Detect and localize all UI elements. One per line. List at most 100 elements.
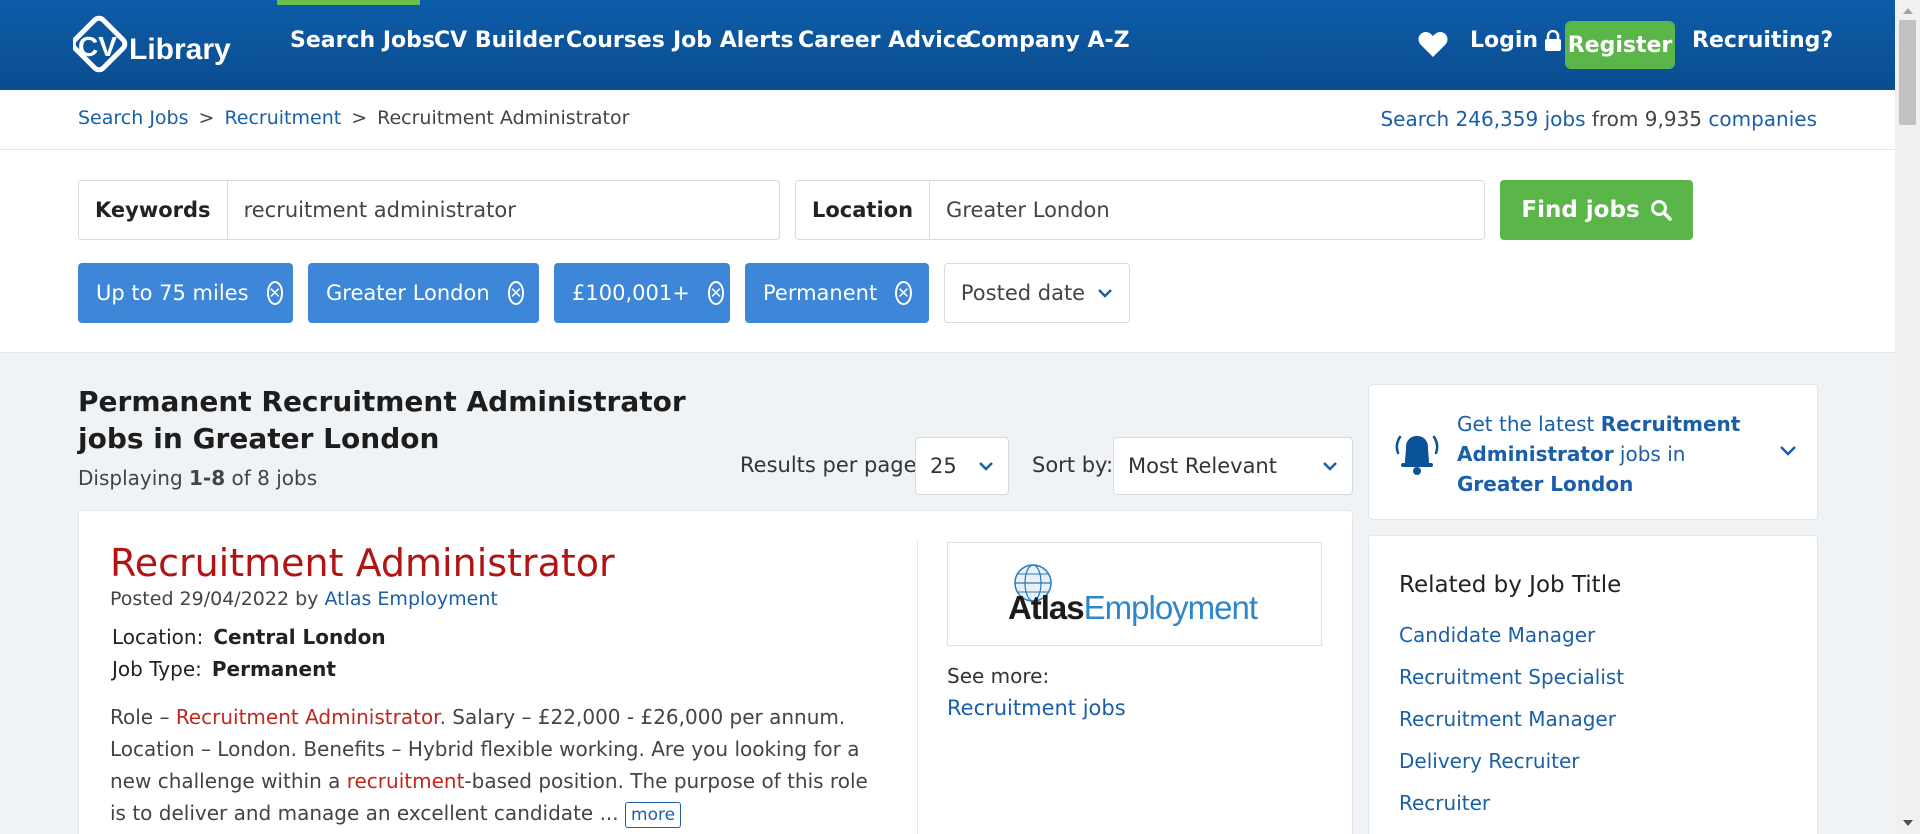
job-location: Location: Central London (112, 625, 386, 649)
count-suffix: of 8 jobs (231, 466, 318, 490)
breadcrumb-separator: > (351, 107, 368, 129)
filter-chip-job-type[interactable]: Permanent ✕ (745, 263, 929, 323)
chevron-down-icon (1098, 289, 1112, 298)
chevron-down-icon (1323, 462, 1337, 471)
job-title-link[interactable]: Recruitment Administrator (110, 541, 615, 585)
stats-jobs: 246,359 jobs (1455, 107, 1586, 131)
results-per-page-label: Results per page: (740, 453, 924, 477)
related-list: Candidate Manager Recruitment Specialist… (1399, 614, 1624, 834)
alert-text-part: Get the latest (1457, 412, 1601, 436)
type-meta-label: Job Type: (112, 657, 202, 681)
results-title: Permanent Recruitment Administrator jobs… (78, 385, 686, 455)
chip-label: Permanent (763, 281, 878, 305)
nav-company-a-z[interactable]: Company A-Z (965, 28, 1130, 53)
remove-filter-icon[interactable]: ✕ (707, 281, 725, 305)
stats-search-link[interactable]: Search 246,359 jobs (1380, 107, 1585, 131)
posted-prefix: Posted 29/04/2022 by (110, 588, 319, 610)
related-item[interactable]: Recruiter (1399, 782, 1624, 824)
remove-filter-icon[interactable]: ✕ (507, 281, 525, 305)
nav-search-jobs[interactable]: Search Jobs (290, 28, 435, 53)
heart-icon[interactable] (1418, 30, 1448, 58)
results-per-page-select[interactable]: 25 (915, 437, 1009, 495)
related-item[interactable]: Candidate Manager (1399, 614, 1624, 656)
recruiting-link[interactable]: Recruiting? (1692, 28, 1833, 53)
sort-by-label: Sort by: (1032, 453, 1114, 477)
remove-filter-icon[interactable]: ✕ (895, 281, 912, 305)
breadcrumb: Search Jobs > Recruitment > Recruitment … (78, 107, 629, 129)
related-item[interactable]: Delivery Recruiter (1399, 740, 1624, 782)
filter-chip-salary[interactable]: £100,001+ ✕ (554, 263, 730, 323)
register-button[interactable]: Register (1565, 21, 1675, 69)
company-link[interactable]: Atlas Employment (324, 588, 497, 610)
top-navigation-bar: CV Library Search Jobs CV Builder Course… (0, 0, 1895, 90)
stats-companies-link[interactable]: companies (1708, 107, 1817, 131)
logo-part2: Employment (1083, 589, 1258, 626)
breadcrumb-search-jobs[interactable]: Search Jobs (78, 107, 189, 129)
filter-chip-distance[interactable]: Up to 75 miles ✕ (78, 263, 293, 323)
breadcrumb-current: Recruitment Administrator (377, 107, 630, 129)
nav-courses[interactable]: Courses (566, 28, 665, 53)
alert-text-part: jobs in (1613, 442, 1686, 466)
breadcrumb-recruitment[interactable]: Recruitment (224, 107, 341, 129)
lock-icon (1545, 29, 1562, 51)
location-meta-label: Location: (112, 625, 204, 649)
page-scrollbar[interactable] (1895, 0, 1920, 834)
scroll-thumb[interactable] (1899, 20, 1916, 125)
search-icon (1650, 200, 1672, 221)
posted-date-label: Posted date (960, 281, 1086, 305)
keywords-input[interactable] (227, 198, 779, 222)
filter-chip-location[interactable]: Greater London ✕ (308, 263, 539, 323)
logo-part1: Atlas (1007, 589, 1085, 626)
scroll-up-arrow-icon[interactable] (1903, 8, 1913, 14)
job-posted-line: Posted 29/04/2022 by Atlas Employment (110, 588, 498, 610)
chip-label: £100,001+ (572, 281, 690, 305)
scroll-down-arrow-icon[interactable] (1903, 820, 1913, 826)
chevron-down-icon[interactable] (1779, 445, 1797, 457)
location-meta-value: Central London (213, 625, 386, 649)
alert-location: Greater London (1457, 472, 1634, 496)
chevron-down-icon (979, 462, 993, 471)
chip-label: Greater London (326, 281, 490, 305)
more-button[interactable]: more (625, 802, 682, 828)
related-job-titles: Related by Job Title Candidate Manager R… (1368, 535, 1818, 834)
stats-middle: from 9,935 (1591, 107, 1703, 131)
job-description: Role – Recruitment Administrator. Salary… (110, 701, 870, 829)
company-logo[interactable]: AtlasEmployment (947, 542, 1322, 646)
related-item[interactable]: Recruitment Manager (1399, 698, 1624, 740)
desc-text: Role – (110, 705, 176, 729)
chip-label: Up to 75 miles (96, 281, 249, 305)
svg-text:CV: CV (78, 31, 117, 62)
sort-value: Most Relevant (1128, 454, 1277, 478)
card-divider (917, 541, 918, 834)
job-type: Job Type: Permanent (112, 657, 336, 681)
remove-filter-icon[interactable]: ✕ (266, 281, 284, 305)
location-input[interactable] (930, 198, 1484, 222)
keywords-field: Keywords (78, 180, 780, 240)
job-alert-text: Get the latest Recruitment Administrator… (1457, 409, 1777, 499)
company-logo-wordmark: AtlasEmployment (1007, 589, 1258, 627)
login-label: Login (1470, 28, 1539, 53)
stats-prefix: Search (1380, 107, 1450, 131)
count-range: 1-8 (189, 466, 226, 490)
login-link[interactable]: Login (1470, 28, 1562, 53)
desc-highlight: recruitment (346, 769, 465, 793)
related-item[interactable]: Recruitment Specialist (1399, 656, 1624, 698)
job-alert-box[interactable]: Get the latest Recruitment Administrator… (1368, 384, 1818, 520)
search-panel: Keywords Location Find jobs Up to 75 mil… (0, 150, 1895, 353)
find-jobs-label: Find jobs (1521, 197, 1640, 223)
nav-career-advice[interactable]: Career Advice (798, 28, 971, 53)
sort-by-select[interactable]: Most Relevant (1113, 437, 1353, 495)
recruitment-jobs-link[interactable]: Recruitment jobs (947, 696, 1126, 720)
posted-date-dropdown[interactable]: Posted date (944, 263, 1130, 323)
related-title: Related by Job Title (1399, 572, 1622, 598)
nav-cv-builder[interactable]: CV Builder (434, 28, 564, 53)
find-jobs-button[interactable]: Find jobs (1500, 180, 1693, 240)
results-count: Displaying 1-8 of 8 jobs (78, 466, 317, 490)
active-nav-indicator (277, 0, 420, 5)
type-meta-value: Permanent (211, 657, 336, 681)
see-more-label: See more: (947, 664, 1050, 688)
related-item[interactable]: View more job titles (1399, 824, 1624, 834)
keywords-label: Keywords (79, 181, 228, 239)
cv-library-logo[interactable]: CV Library (73, 14, 243, 76)
nav-job-alerts[interactable]: Job Alerts (673, 28, 794, 53)
